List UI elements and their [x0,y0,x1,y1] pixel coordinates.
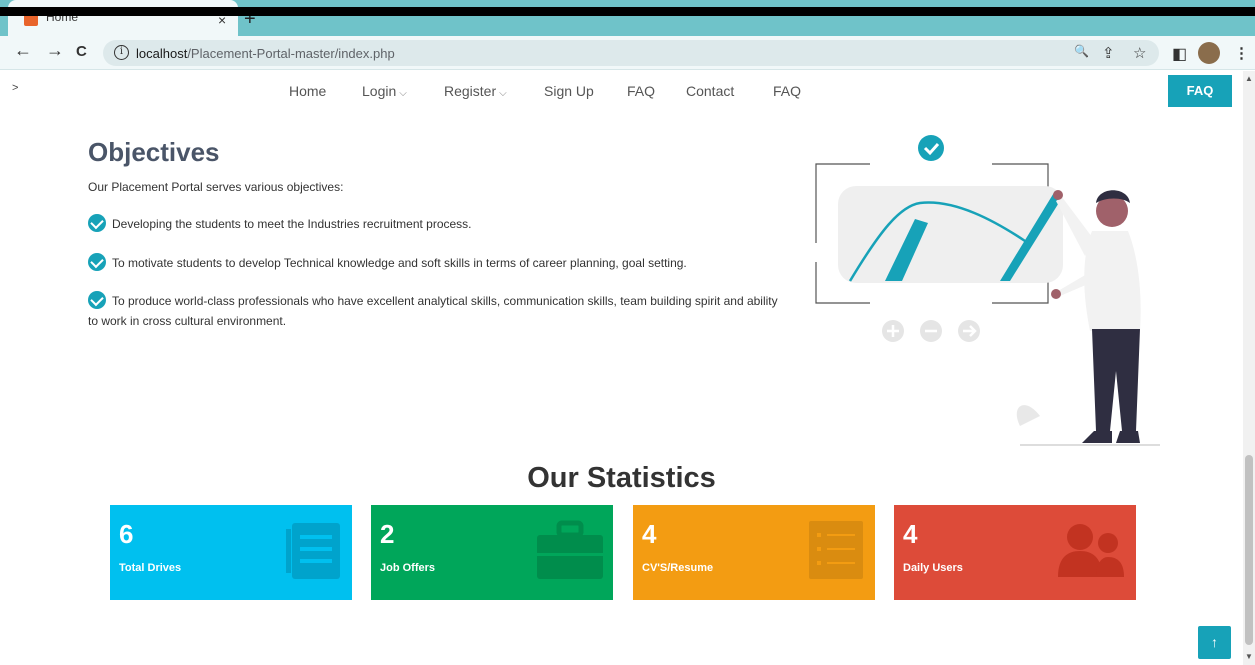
forward-icon[interactable]: → [46,40,64,61]
url-text: localhost/Placement-Portal-master/index.… [136,46,395,61]
profile-avatar[interactable] [1198,42,1220,64]
illustration-check-icon [918,135,944,161]
stat-label: Total Drives [119,562,182,574]
stat-label: Job Offers [380,562,436,574]
list-icon [286,523,340,579]
stat-label: CV'S/Resume [642,562,714,574]
nav-register[interactable]: Register ⌵ [444,83,507,99]
faq-button[interactable]: FAQ [1168,75,1232,107]
site-info-icon[interactable]: i [114,45,129,60]
nav-home[interactable]: Home [289,83,326,99]
objectives-title: Objectives [88,137,220,167]
scrollbar-thumb[interactable] [1245,455,1253,645]
nav-login-label: Login [362,83,397,99]
stat-card-job-offers[interactable]: 2 Job Offers [371,505,613,600]
browser-tab[interactable]: Home × [8,0,238,36]
page-content: > Home Login ⌵ Register ⌵ Sign Up FAQ Cont… [0,71,1243,665]
presentation-illustration [815,135,1160,446]
stat-card-total-drives[interactable]: 6 Total Drives [110,505,352,600]
scroll-down-icon[interactable]: ▼ [1245,652,1253,661]
users-icon [1058,524,1124,577]
stat-value: 6 [119,519,134,549]
objective-item: To motivate students to develop Technica… [88,253,788,273]
sidebar-toggle-icon[interactable]: > [12,82,18,94]
redaction-bar [0,7,1255,16]
briefcase-icon [537,520,603,579]
browser-menu-icon[interactable]: ⋮ [1234,44,1249,62]
nav-faq[interactable]: FAQ [627,83,655,99]
statistics-title: Our Statistics [527,462,716,494]
nav-register-label: Register [444,83,497,99]
check-circle-icon [88,214,106,232]
back-icon[interactable]: ← [14,40,32,61]
stat-card-cv-resume[interactable]: 4 CV'S/Resume [633,505,875,600]
document-icon [809,521,863,579]
stat-value: 2 [380,519,395,549]
chevron-down-icon: ⌵ [499,88,507,99]
zoom-icon[interactable]: 🔍 [1074,44,1089,58]
nav-contact[interactable]: Contact [686,83,734,99]
check-circle-icon [88,253,106,271]
url-path: /Placement-Portal-master/index.php [187,46,395,61]
nav-signup[interactable]: Sign Up [544,83,594,99]
objective-item: To produce world-class professionals who… [88,291,788,331]
objectives-subtitle: Our Placement Portal serves various obje… [88,180,344,194]
reload-icon[interactable]: C [76,43,87,60]
side-panel-icon[interactable]: ◧ [1172,44,1187,64]
stat-card-daily-users[interactable]: 4 Daily Users [894,505,1136,600]
stat-label: Daily Users [903,562,963,574]
url-host: localhost [136,46,188,61]
stat-value: 4 [903,519,918,549]
nav-faq-2[interactable]: FAQ [773,83,801,99]
bookmark-star-icon[interactable]: ☆ [1133,44,1146,62]
share-icon[interactable]: ⇪ [1102,44,1115,62]
objective-text: Developing the students to meet the Indu… [112,217,472,231]
back-to-top-button[interactable]: ↑ [1198,626,1231,659]
objective-text: To produce world-class professionals who… [88,294,778,328]
check-circle-icon [88,291,106,309]
nav-login[interactable]: Login ⌵ [362,83,407,99]
stat-value: 4 [642,519,657,549]
objective-item: Developing the students to meet the Indu… [88,214,788,234]
scroll-up-icon[interactable]: ▲ [1245,74,1253,83]
objective-text: To motivate students to develop Technica… [112,256,687,270]
chevron-down-icon: ⌵ [399,88,407,99]
